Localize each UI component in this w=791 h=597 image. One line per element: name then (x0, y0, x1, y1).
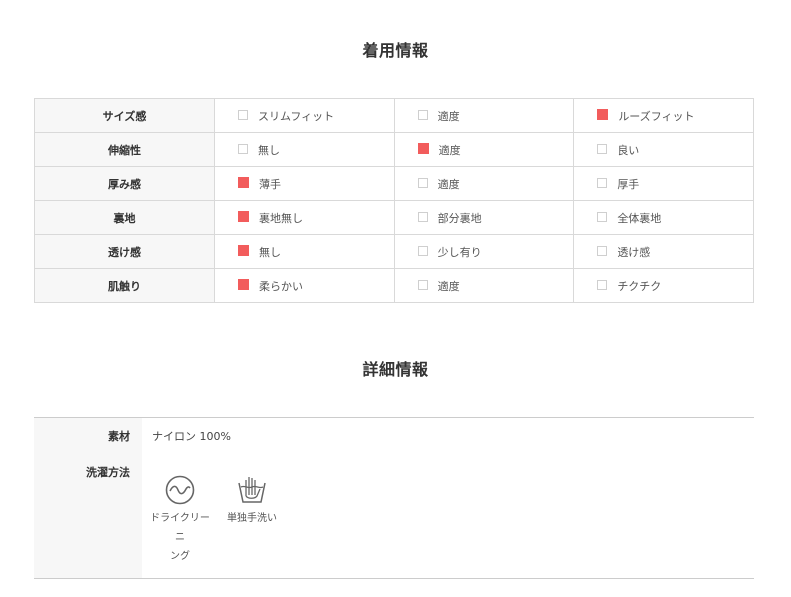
fit-option-label: 透け感 (617, 245, 651, 259)
fit-option-label: 無し (258, 143, 280, 157)
care-item-dry-cleaning: ドライクリーニ ング (148, 474, 212, 566)
unchecked-box-icon (597, 211, 608, 222)
details-panel: 素材 ナイロン 100% 洗濯方法 ドライクリーニ ング 単独手洗い (34, 417, 754, 579)
fit-row: 裏地 裏地無し 部分裏地 全体裏地 (34, 200, 754, 235)
material-value: ナイロン 100% (152, 430, 231, 443)
unchecked-box-icon (417, 279, 428, 290)
fit-option: 裏地無し (214, 200, 395, 235)
fit-option-label: 部分裏地 (437, 211, 482, 225)
fit-option: 無し (214, 234, 395, 269)
fit-option-label: 少し有り (437, 245, 482, 259)
unchecked-box-icon (597, 177, 608, 188)
fit-option-label: 柔らかい (259, 279, 303, 293)
fit-option: 無し (214, 132, 395, 167)
checked-box-icon (238, 177, 249, 188)
wash-method-label: 洗濯方法 (86, 466, 130, 479)
fit-row: 伸縮性 無し 適度 良い (34, 132, 754, 167)
fit-option: 適度 (393, 132, 575, 167)
unchecked-box-icon (417, 109, 428, 120)
fit-option: 透け感 (573, 234, 754, 269)
fit-option-label: 適度 (438, 143, 461, 157)
fit-row: サイズ感 スリムフィット 適度 ルーズフィット (34, 98, 754, 133)
unchecked-box-icon (597, 279, 608, 290)
checked-box-icon (238, 211, 249, 222)
unchecked-box-icon (417, 245, 428, 256)
unchecked-box-icon (597, 245, 608, 256)
fit-info-table: サイズ感 スリムフィット 適度 ルーズフィット 伸縮性 無し 適度 良い 厚み感 薄手 適度 厚手 裏地… (34, 98, 754, 303)
fit-option: チクチク (573, 268, 754, 303)
fit-row-label: 裏地 (34, 200, 215, 235)
fit-option-label: 適度 (437, 177, 460, 191)
fit-option-label: 適度 (437, 109, 460, 123)
fit-option: 良い (573, 132, 754, 167)
care-label-hand-wash: 単独手洗い (227, 513, 277, 524)
fit-option-label: ルーズフィット (618, 109, 695, 123)
unchecked-box-icon (238, 109, 248, 120)
dry-cleaning-icon (165, 475, 195, 505)
fit-option: 薄手 (214, 166, 395, 201)
fit-option: 少し有り (393, 234, 575, 269)
fit-row-label: 伸縮性 (34, 132, 215, 167)
fit-option-label: 全体裏地 (617, 211, 662, 225)
fit-row: 肌触り 柔らかい 適度 チクチク (34, 268, 754, 303)
unchecked-box-icon (417, 177, 428, 188)
fit-option-label: 厚手 (617, 177, 640, 191)
fit-option: 適度 (393, 166, 575, 201)
fit-row-label: 肌触り (34, 268, 215, 303)
fit-option: 適度 (393, 268, 575, 303)
checked-box-icon (238, 279, 249, 290)
care-label-dry-cleaning-line2: ング (170, 551, 190, 562)
care-label-dry-cleaning-line1: ドライクリーニ (150, 513, 210, 543)
fit-option-label: 無し (259, 245, 281, 259)
hand-wash-icon (238, 477, 266, 503)
fit-row-label: 透け感 (34, 234, 215, 269)
fit-option-label: 良い (617, 143, 640, 157)
fit-option: 柔らかい (214, 268, 395, 303)
fit-option: 適度 (393, 98, 575, 133)
fit-row: 厚み感 薄手 適度 厚手 (34, 166, 754, 201)
fit-option-label: 裏地無し (259, 211, 303, 225)
fit-option: 部分裏地 (393, 200, 575, 235)
care-item-hand-wash: 単独手洗い (220, 474, 284, 528)
fit-option-label: 薄手 (259, 177, 281, 191)
fit-option: スリムフィット (214, 98, 395, 133)
fit-info-title: 着用情報 (362, 41, 429, 60)
fit-row-label: 厚み感 (34, 166, 215, 201)
checked-box-icon (417, 143, 429, 154)
fit-option: ルーズフィット (573, 98, 754, 133)
fit-option-label: 適度 (437, 279, 460, 293)
unchecked-box-icon (238, 143, 248, 154)
checked-box-icon (597, 109, 609, 120)
fit-row: 透け感 無し 少し有り 透け感 (34, 234, 754, 269)
material-label: 素材 (108, 430, 130, 443)
fit-row-label: サイズ感 (34, 98, 215, 133)
checked-box-icon (238, 245, 249, 256)
details-title: 詳細情報 (362, 360, 429, 379)
fit-option-label: チクチク (617, 279, 662, 293)
unchecked-box-icon (597, 143, 608, 154)
fit-option-label: スリムフィット (258, 109, 335, 123)
fit-option: 厚手 (573, 166, 754, 201)
unchecked-box-icon (417, 211, 428, 222)
fit-option: 全体裏地 (573, 200, 754, 235)
